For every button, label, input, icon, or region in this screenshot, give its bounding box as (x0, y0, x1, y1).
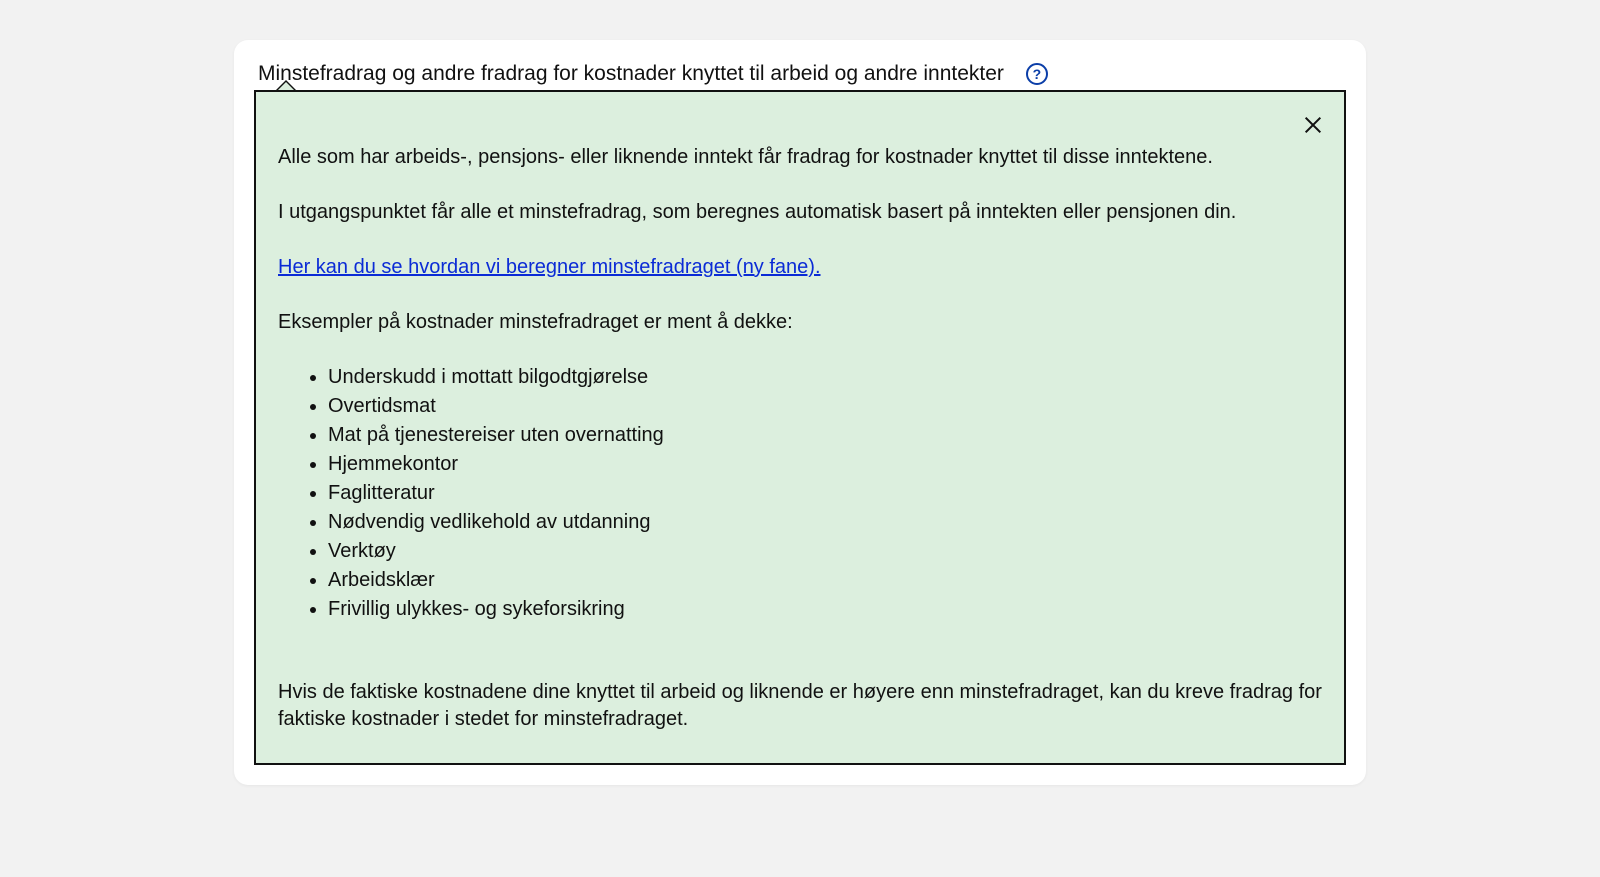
popup-paragraph-outro: Hvis de faktiske kostnadene dine knyttet… (278, 679, 1322, 733)
help-icon[interactable]: ? (1026, 63, 1048, 85)
card-title: Minstefradrag og andre fradrag for kostn… (258, 62, 1004, 86)
list-item: Frivillig ulykkes- og sykeforsikring (328, 596, 1322, 623)
list-item: Nødvendig vedlikehold av utdanning (328, 509, 1322, 536)
close-icon (1302, 114, 1324, 136)
list-item: Underskudd i mottatt bilgodtgjørelse (328, 364, 1322, 391)
list-item: Arbeidsklær (328, 567, 1322, 594)
card-header: Minstefradrag og andre fradrag for kostn… (254, 62, 1346, 86)
examples-list: Underskudd i mottatt bilgodtgjørelse Ove… (328, 364, 1322, 623)
list-item: Overtidsmat (328, 393, 1322, 420)
list-item: Hjemmekontor (328, 451, 1322, 478)
popup-link-paragraph: Her kan du se hvordan vi beregner minste… (278, 254, 1322, 281)
list-item: Mat på tjenestereiser uten overnatting (328, 422, 1322, 449)
info-popup: Alle som har arbeids-, pensjons- eller l… (254, 90, 1346, 765)
popup-pointer (276, 80, 296, 90)
popup-wrapper: Alle som har arbeids-, pensjons- eller l… (254, 90, 1346, 765)
close-button[interactable] (1298, 110, 1328, 140)
list-item: Verktøy (328, 538, 1322, 565)
popup-paragraph-2: I utgangspunktet får alle et minstefradr… (278, 199, 1322, 226)
info-card: Minstefradrag og andre fradrag for kostn… (234, 40, 1366, 785)
examples-heading: Eksempler på kostnader minstefradraget e… (278, 309, 1322, 336)
list-item: Faglitteratur (328, 480, 1322, 507)
calculation-link[interactable]: Her kan du se hvordan vi beregner minste… (278, 256, 821, 278)
popup-paragraph-1: Alle som har arbeids-, pensjons- eller l… (278, 144, 1322, 171)
